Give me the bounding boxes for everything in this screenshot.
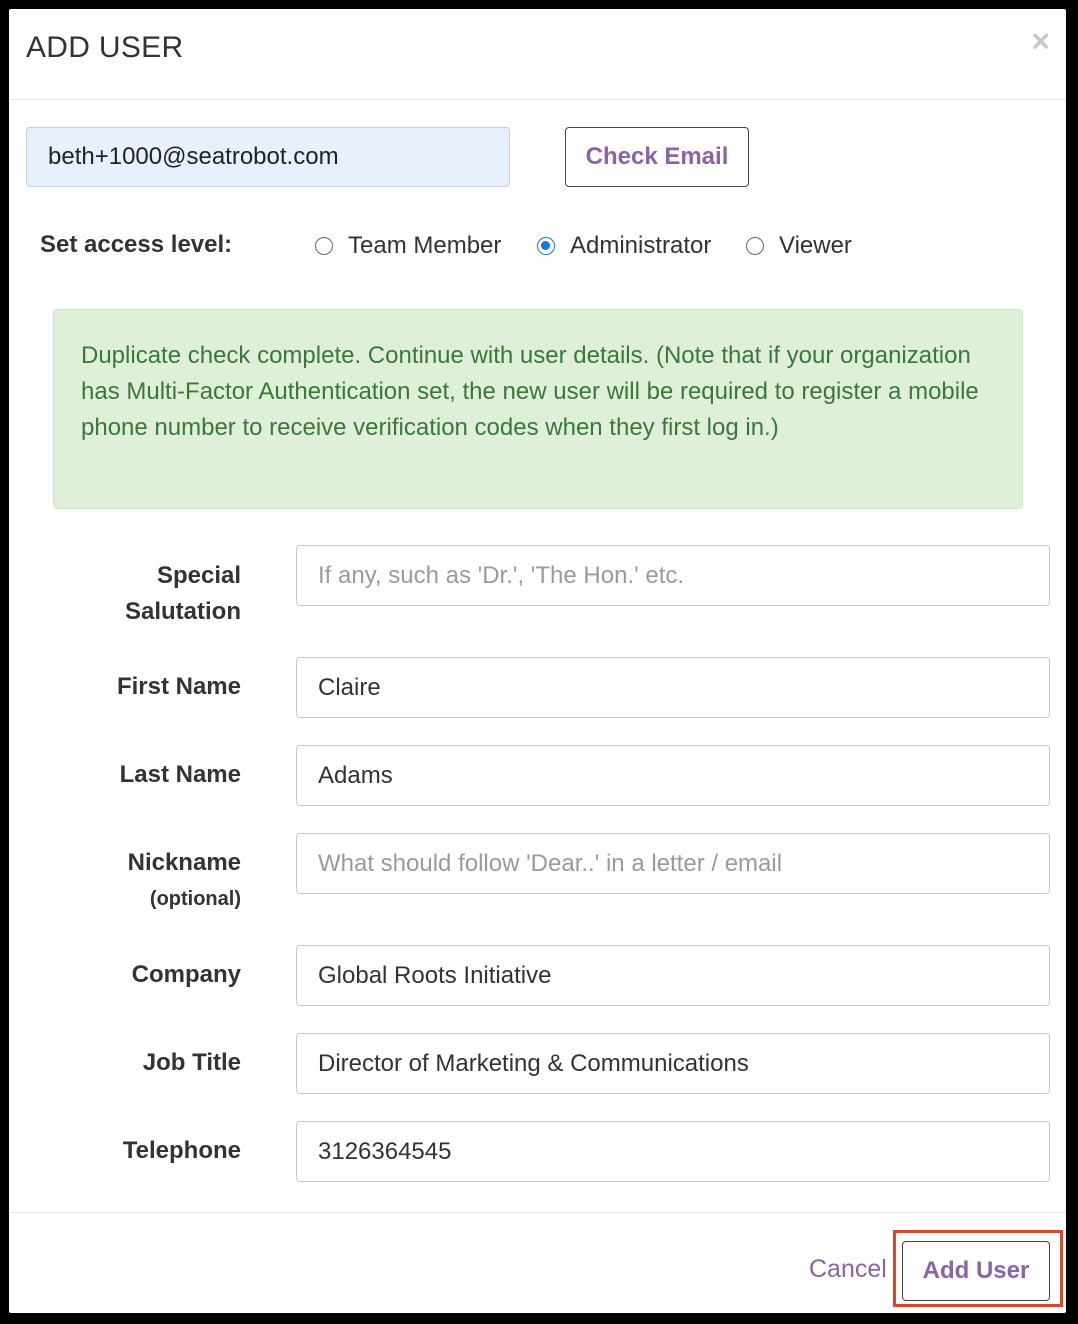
email-input[interactable] <box>26 127 510 187</box>
salutation-label: Special Salutation <box>21 558 241 630</box>
first-name-label: First Name <box>116 673 241 700</box>
modal-footer: Cancel Add User <box>9 1212 1066 1313</box>
last-name-input[interactable] <box>296 745 1050 806</box>
nickname-sublabel: (optional) <box>149 888 241 910</box>
add-user-modal: ADD USER × Check Email Set access level:… <box>9 9 1066 1313</box>
radio-label-administrator: Administrator <box>570 232 712 259</box>
add-user-button[interactable]: Add User <box>902 1241 1050 1301</box>
company-input[interactable] <box>296 945 1050 1006</box>
radio-label-team-member: Team Member <box>348 232 502 259</box>
duplicate-check-alert: Duplicate check complete. Continue with … <box>53 309 1023 509</box>
first-name-input[interactable] <box>296 657 1050 718</box>
job-title-input[interactable] <box>296 1033 1050 1094</box>
radio-label-viewer: Viewer <box>779 232 852 259</box>
salutation-label-line2: Salutation <box>124 598 241 625</box>
salutation-label-line1: Special <box>156 562 241 589</box>
nickname-label: Nickname (optional) <box>21 845 241 917</box>
radio-option-viewer[interactable]: Viewer <box>746 229 852 263</box>
modal-header: ADD USER × <box>9 9 1066 100</box>
radio-option-team-member[interactable]: Team Member <box>315 229 501 263</box>
radio-option-administrator[interactable]: Administrator <box>537 229 711 263</box>
salutation-input[interactable] <box>296 545 1050 606</box>
check-email-button[interactable]: Check Email <box>565 127 749 187</box>
close-icon[interactable]: × <box>1031 25 1050 57</box>
nickname-input[interactable] <box>296 833 1050 894</box>
job-title-label: Job Title <box>142 1049 241 1076</box>
company-label: Company <box>131 961 241 988</box>
cancel-button[interactable]: Cancel <box>809 1255 887 1284</box>
modal-title: ADD USER <box>26 31 184 64</box>
radio-viewer[interactable] <box>746 237 764 255</box>
access-level-label: Set access level: <box>40 231 233 258</box>
telephone-label: Telephone <box>122 1137 241 1164</box>
last-name-label: Last Name <box>119 761 241 788</box>
telephone-input[interactable] <box>296 1121 1050 1182</box>
nickname-label-main: Nickname <box>127 849 241 876</box>
radio-administrator[interactable] <box>537 237 555 255</box>
radio-team-member[interactable] <box>315 237 333 255</box>
